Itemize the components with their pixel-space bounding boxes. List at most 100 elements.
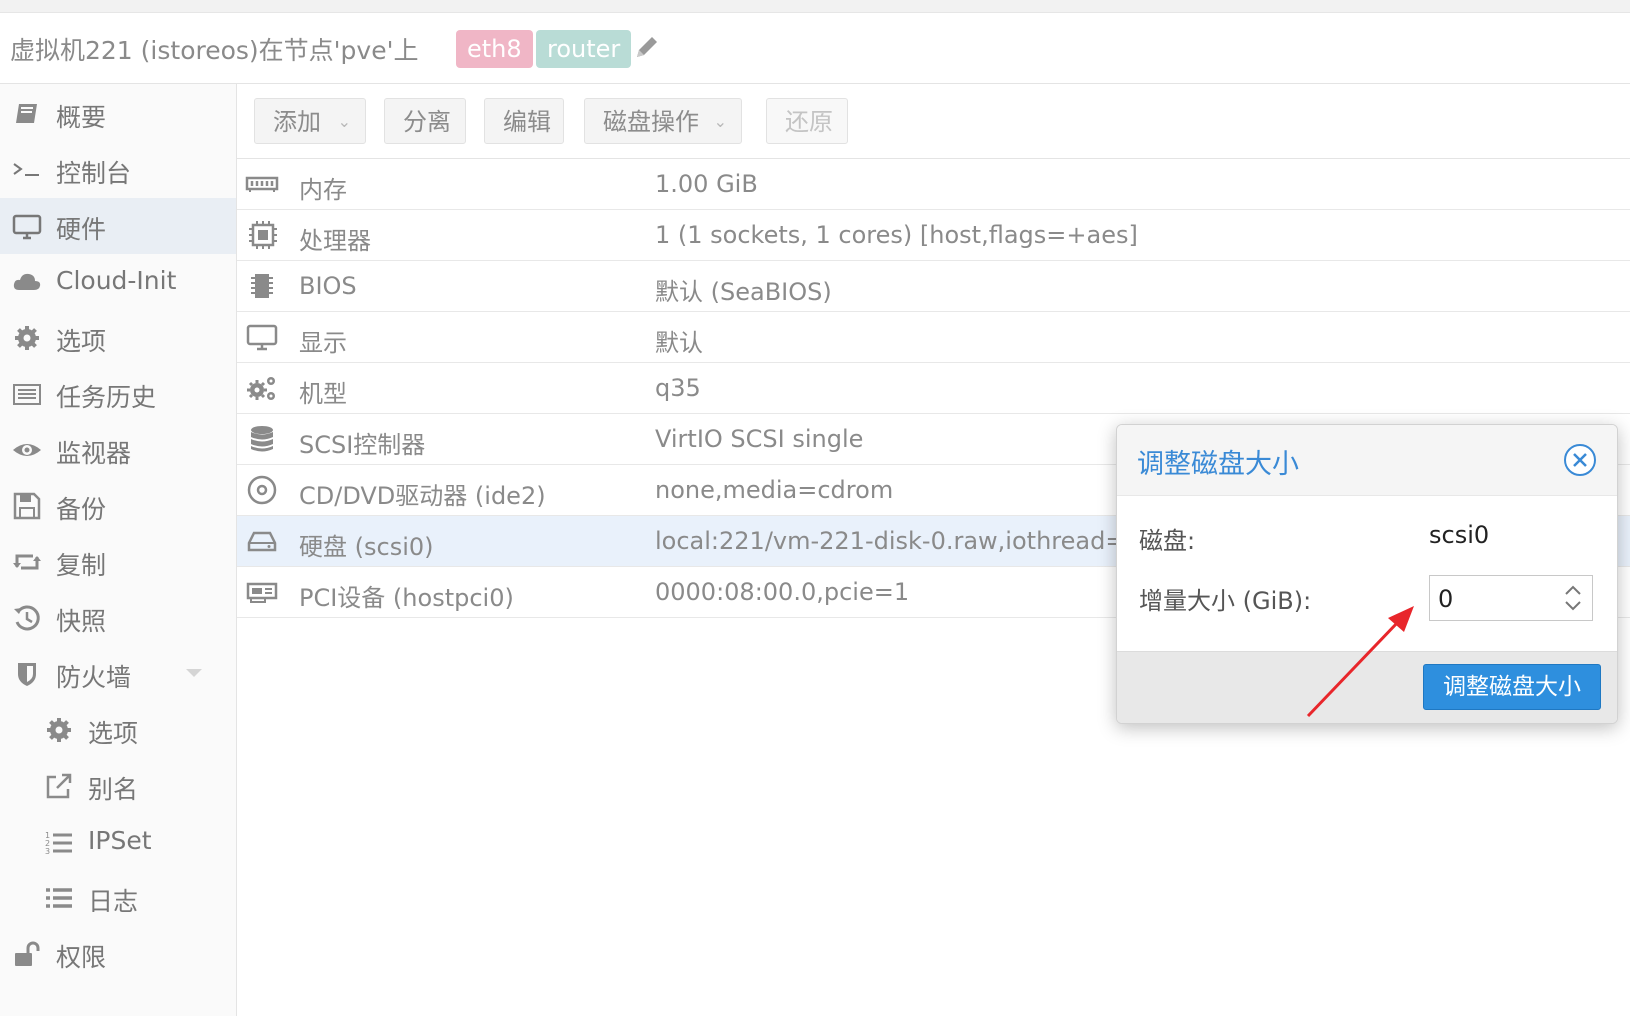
tag-router[interactable]: router xyxy=(536,30,632,68)
cogs-icon xyxy=(247,377,275,400)
window-top-strip xyxy=(0,0,1630,13)
size-increment-label: 增量大小 (GiB): xyxy=(1139,587,1312,615)
page-title: 虚拟机221 (istoreos)在节点'pve'上 xyxy=(10,36,419,65)
row-name: CD/DVD驱动器 (ide2) xyxy=(299,482,546,510)
sidebar-item-task-history[interactable]: 任务历史 xyxy=(0,366,236,422)
row-name: 机型 xyxy=(299,380,347,408)
pci-card-icon xyxy=(246,582,278,603)
sidebar-item-replication[interactable]: 复制 xyxy=(0,534,236,590)
detach-button[interactable]: 分离 xyxy=(384,98,466,144)
disk-action-button[interactable]: 磁盘操作 ⌄ xyxy=(584,98,742,144)
list-icon xyxy=(46,888,72,908)
sidebar-item-label: 快照 xyxy=(56,607,107,636)
sidebar-item-label: 防火墙 xyxy=(56,663,132,692)
row-name: 显示 xyxy=(299,329,347,357)
eye-icon xyxy=(13,444,41,456)
sidebar-item-firewall[interactable]: 防火墙 xyxy=(0,646,236,702)
dialog-footer: 调整磁盘大小 xyxy=(1117,651,1617,723)
row-value: 默认 (SeaBIOS) xyxy=(655,278,832,306)
sidebar-item-label: 控制台 xyxy=(56,159,132,188)
shield-icon xyxy=(18,663,36,686)
sidebar-item-label: 选项 xyxy=(88,719,139,748)
sidebar-item-snapshots[interactable]: 快照 xyxy=(0,590,236,646)
detach-button-label: 分离 xyxy=(403,108,451,136)
revert-button-label: 还原 xyxy=(785,108,833,136)
resize-disk-dialog: 调整磁盘大小 磁盘: scsi0 增量大小 (GiB): 调整磁盘大小 xyxy=(1116,424,1618,724)
row-name: BIOS xyxy=(299,272,357,300)
row-value: 1 (1 sockets, 1 cores) [host,flags=+aes] xyxy=(655,221,1138,249)
sidebar-item-firewall-options[interactable]: 选项 xyxy=(0,702,236,758)
sidebar-item-label: 选项 xyxy=(56,327,107,356)
floppy-icon xyxy=(13,492,41,520)
size-increment-input[interactable] xyxy=(1429,575,1593,622)
disk-label: 磁盘: xyxy=(1139,527,1196,555)
sidebar-item-console[interactable]: 控制台 xyxy=(0,142,236,198)
sidebar-item-label: IPSet xyxy=(88,826,152,855)
row-name: 处理器 xyxy=(299,227,371,255)
sidebar-item-label: 任务历史 xyxy=(56,383,157,412)
dialog-header: 调整磁盘大小 xyxy=(1117,425,1617,496)
revert-button[interactable]: 还原 xyxy=(766,98,848,144)
retweet-icon xyxy=(13,554,41,570)
desktop-icon xyxy=(12,214,42,240)
table-row[interactable]: 机型 q35 xyxy=(237,363,1630,414)
sidebar-item-monitor[interactable]: 监视器 xyxy=(0,422,236,478)
gear-icon xyxy=(47,718,71,742)
row-value: 1.00 GiB xyxy=(655,170,758,198)
disk-action-button-label: 磁盘操作 xyxy=(603,108,699,136)
sidebar-item-backup[interactable]: 备份 xyxy=(0,478,236,534)
table-row[interactable]: 处理器 1 (1 sockets, 1 cores) [host,flags=+… xyxy=(237,210,1630,261)
hardware-toolbar: 添加 ⌄ 分离 编辑 磁盘操作 ⌄ 还原 xyxy=(237,84,1630,159)
spinner-icon[interactable] xyxy=(1562,582,1584,614)
terminal-icon xyxy=(13,163,39,176)
sidebar-item-ipset[interactable]: 123 IPSet xyxy=(0,814,236,870)
sidebar-item-label: 别名 xyxy=(88,775,139,804)
table-row[interactable]: 内存 1.00 GiB xyxy=(237,159,1630,210)
sidebar-item-cloud-init[interactable]: Cloud-Init xyxy=(0,254,236,310)
edit-button-label: 编辑 xyxy=(503,108,551,136)
resize-disk-button[interactable]: 调整磁盘大小 xyxy=(1423,664,1601,710)
size-increment-field[interactable] xyxy=(1430,576,1560,622)
cdrom-icon xyxy=(247,475,277,505)
row-value: q35 xyxy=(655,374,701,402)
sidebar-item-alias[interactable]: 别名 xyxy=(0,758,236,814)
sidebar-item-label: 硬件 xyxy=(56,215,107,244)
sidebar-item-permissions[interactable]: 权限 xyxy=(0,926,236,982)
row-value: 默认 xyxy=(655,329,703,357)
disk-value: scsi0 xyxy=(1429,521,1490,549)
sidebar-item-label: 日志 xyxy=(88,887,139,916)
external-link-icon xyxy=(46,773,72,799)
cpu-icon xyxy=(249,221,277,249)
database-icon xyxy=(251,426,273,452)
sidebar-item-hardware[interactable]: 硬件 xyxy=(0,198,236,254)
row-name: SCSI控制器 xyxy=(299,431,426,459)
sidebar-item-label: 权限 xyxy=(56,943,107,972)
close-icon[interactable] xyxy=(1563,443,1597,477)
svg-text:3: 3 xyxy=(45,847,50,856)
ordered-list-icon: 123 xyxy=(45,831,72,856)
unlock-icon xyxy=(15,941,40,966)
sidebar-item-options[interactable]: 选项 xyxy=(0,310,236,366)
edit-button[interactable]: 编辑 xyxy=(484,98,564,144)
table-row[interactable]: 显示 默认 xyxy=(237,312,1630,363)
chevron-down-icon[interactable] xyxy=(184,666,204,680)
tag-eth8[interactable]: eth8 xyxy=(456,30,533,68)
history-icon xyxy=(14,605,40,631)
sidebar-item-log[interactable]: 日志 xyxy=(0,870,236,926)
row-value: local:221/vm-221-disk-0.raw,iothread=1 xyxy=(655,527,1141,555)
book-icon xyxy=(16,104,37,123)
sidebar-item-label: 备份 xyxy=(56,495,107,524)
add-button-label: 添加 xyxy=(273,108,321,136)
monitor-icon xyxy=(246,324,278,351)
sidebar-item-summary[interactable]: 概要 xyxy=(0,86,236,142)
row-name: 内存 xyxy=(299,176,347,204)
sidebar-item-label: 监视器 xyxy=(56,439,132,468)
cloud-icon xyxy=(13,273,41,290)
add-button[interactable]: 添加 ⌄ xyxy=(254,98,366,144)
table-row[interactable]: BIOS 默认 (SeaBIOS) xyxy=(237,261,1630,312)
row-value: 0000:08:00.0,pcie=1 xyxy=(655,578,910,606)
hdd-icon xyxy=(247,531,277,552)
title-bar: 虚拟机221 (istoreos)在节点'pve'上 eth8 router xyxy=(0,13,1630,84)
gear-icon xyxy=(15,326,39,350)
pencil-icon[interactable] xyxy=(633,33,661,61)
